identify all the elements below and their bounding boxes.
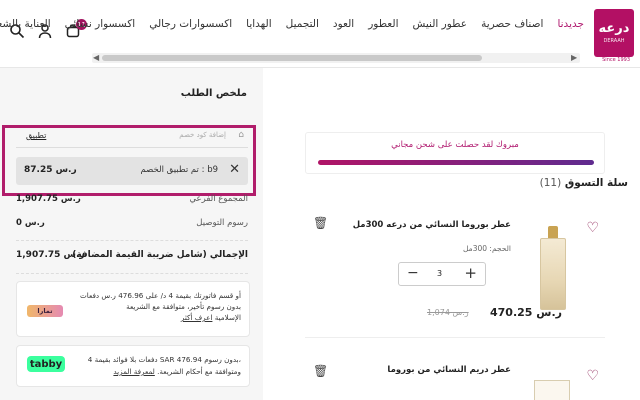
trash-icon[interactable]: 🗑: [313, 216, 328, 230]
logo[interactable]: درعه DERAAH: [594, 9, 634, 57]
nav-item-beauty[interactable]: التجميل: [286, 18, 319, 30]
tabby-widget: tabby 4 دفعات بلا فوائد بقيمة SAR 476.94…: [16, 345, 250, 387]
nav-item-niche[interactable]: عطور النيش: [413, 18, 468, 30]
tabby-logo: tabby: [27, 356, 65, 372]
scroll-right-icon[interactable]: ▶: [571, 53, 577, 62]
shipping-progress-bar: [318, 160, 594, 165]
nav-item-new[interactable]: جديدنا: [557, 18, 584, 30]
product-name[interactable]: عطر دريم النسائي من بوروما: [387, 365, 511, 375]
nav-item-exclusive[interactable]: اصناف حصرية: [481, 18, 543, 30]
free-shipping-banner: مبروك لقد حصلت على شحن مجاني: [305, 132, 605, 174]
page: 11 جديدنا اصناف حصرية عطور النيش العطور …: [0, 0, 640, 400]
product-size: الحجم: 300مل: [463, 244, 511, 253]
free-shipping-message: مبروك لقد حصلت على شحن مجاني: [391, 140, 519, 150]
heart-icon[interactable]: ♡: [586, 220, 599, 236]
divider: [16, 240, 248, 241]
summary-title: ملخص الطلب: [180, 88, 247, 99]
cart-item: ♡ 🗑 عطر بوروما النسائي من درعه 300مل الح…: [305, 202, 605, 338]
cart-title: سلة التسوق (11): [539, 177, 628, 189]
order-summary: ملخص الطلب تطبيق إضافة كود خصم ⌂ ✕ تم تط…: [0, 68, 263, 400]
product-name[interactable]: عطر بوروما النسائي من درعه 300مل: [353, 220, 511, 230]
product-image[interactable]: [534, 380, 570, 400]
nav-item-oud[interactable]: العود: [333, 18, 354, 30]
product-image[interactable]: [540, 238, 566, 310]
divider: [16, 273, 248, 274]
tabby-learn-more-link[interactable]: لمعرفة المزيد: [113, 367, 154, 376]
tamara-logo: تمارا: [27, 305, 63, 317]
tamara-widget: تمارا أو قسم فاتورتك بقيمة 4 د/ على 476.…: [16, 281, 250, 337]
heart-icon[interactable]: ♡: [586, 368, 599, 384]
main-nav: جديدنا اصناف حصرية عطور النيش العطور الع…: [0, 18, 584, 30]
trash-icon[interactable]: 🗑: [313, 364, 328, 378]
cart-item: ♡ 🗑 عطر دريم النسائي من بوروما: [305, 344, 605, 400]
total-row: الإجمالي (شامل ضريبة القيمة المضافة) 1,9…: [16, 250, 248, 260]
delivery-row: رسوم التوصيل 0 ر.س: [16, 218, 248, 228]
price: 470.25 ر.س: [490, 306, 562, 319]
highlight-box: [2, 125, 256, 196]
nav-item-women-accessories[interactable]: اكسسوار نسائي: [65, 18, 136, 30]
nav-item-gifts[interactable]: الهدايا: [246, 18, 272, 30]
header: 11 جديدنا اصناف حصرية عطور النيش العطور …: [0, 0, 640, 68]
nav-scrollbar-thumb[interactable]: [102, 55, 482, 61]
quantity-stepper[interactable]: − 3 +: [398, 262, 486, 286]
tamara-learn-more-link[interactable]: اعرف أكثر: [181, 313, 213, 322]
cart-area: مبروك لقد حصلت على شحن مجاني سلة التسوق …: [263, 68, 640, 400]
cart-count: (11): [539, 177, 562, 189]
increase-button[interactable]: +: [464, 264, 477, 282]
subtotal-row: المجموع الفرعي 1,907.75 ر.س: [16, 194, 248, 204]
nav-item-men-accessories[interactable]: اكسسوارات رجالي: [149, 18, 232, 30]
nav-item-hair-care[interactable]: العناية بالشعر: [0, 18, 51, 30]
logo-since: Since 1993: [602, 57, 630, 63]
scroll-left-icon[interactable]: ◀: [93, 53, 99, 62]
old-price: 1,074 ر.س: [427, 308, 469, 317]
nav-item-perfumes[interactable]: العطور: [368, 18, 398, 30]
decrease-button[interactable]: −: [407, 265, 419, 281]
quantity-value[interactable]: 3: [437, 269, 442, 278]
